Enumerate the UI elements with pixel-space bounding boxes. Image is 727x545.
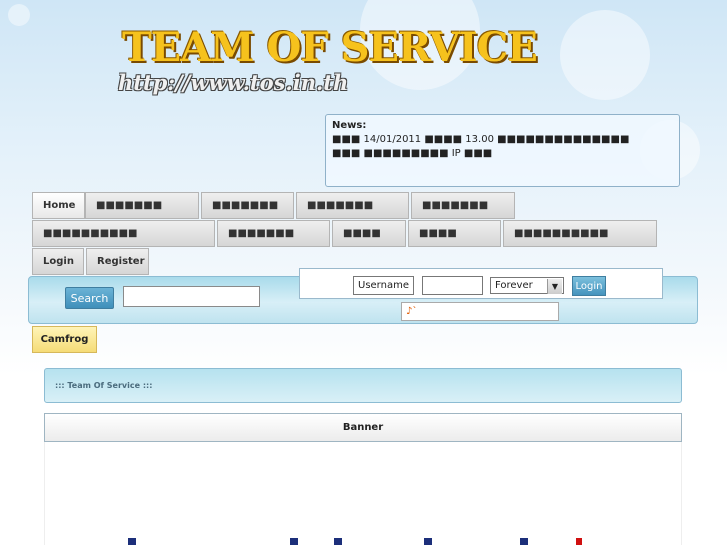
site-logo-title: TEAM OF SERVICE [122,24,538,71]
tab-label: ■■■■■■■ [212,200,279,211]
tab-home[interactable]: Home [32,192,85,219]
tab-label: ■■■■■■■ [96,200,163,211]
password-field[interactable] [422,276,483,295]
nav-tab[interactable]: ■■■■ [408,220,501,247]
nav-tab[interactable]: ■■■■ [332,220,406,247]
session-length-select[interactable]: Forever ▼ [490,277,564,294]
search-button[interactable]: Search [65,287,114,309]
banner-image-fragment [128,538,136,545]
tab-register[interactable]: Register [86,248,149,275]
nav-tab[interactable]: ■■■■■■■■■■ [503,220,657,247]
login-button[interactable]: Login [572,276,606,296]
decorative-bubble [560,10,650,100]
decorative-bubble [8,4,30,26]
site-logo-url: http://www.tos.in.th [118,70,349,95]
tab-label: ■■■■■■■■■■ [43,228,138,239]
tab-label: ■■■■ [343,228,381,239]
extra-login-field[interactable]: ♪` [401,302,559,321]
nav-tab[interactable]: ■■■■■■■ [411,192,515,219]
chevron-down-icon: ▼ [547,279,562,294]
news-line: ■■■ ■■■■■■■■■ IP ■■■ [332,148,493,159]
username-field[interactable]: Username [353,276,414,295]
banner-image-fragment [576,538,582,545]
news-label: News: [332,120,367,131]
news-line: ■■■ 14/01/2011 ■■■■ 13.00 ■■■■■■■■■■■■■■ [332,134,630,145]
search-input[interactable] [123,286,260,307]
tab-login[interactable]: Login [32,248,84,275]
nav-tab[interactable]: ■■■■■■■ [201,192,294,219]
section-title-bar: ::: Team Of Service ::: [44,368,682,403]
nav-tab[interactable]: ■■■■■■■■■■ [32,220,215,247]
banner-image-fragment [424,538,432,545]
news-box: News: ■■■ 14/01/2011 ■■■■ 13.00 ■■■■■■■■… [325,114,680,187]
selected-option: Forever [495,280,533,291]
nav-tab[interactable]: ■■■■■■■ [296,192,409,219]
banner-image-fragment [290,538,298,545]
tab-label: ■■■■■■■ [422,200,489,211]
banner-area [44,442,682,545]
tab-label: Login [43,256,74,267]
tab-label: ■■■■■■■■■■ [514,228,609,239]
nav-tab[interactable]: ■■■■■■■ [85,192,199,219]
tab-label: ■■■■■■■ [307,200,374,211]
banner-image-fragment [520,538,528,545]
tab-label: ■■■■ [419,228,457,239]
banner-image-fragment [334,538,342,545]
camfrog-button[interactable]: Camfrog [32,326,97,353]
tab-label: Home [43,200,76,211]
tab-label: Register [97,256,145,267]
tab-label: ■■■■■■■ [228,228,295,239]
nav-tab[interactable]: ■■■■■■■ [217,220,330,247]
banner-header: Banner [44,413,682,442]
